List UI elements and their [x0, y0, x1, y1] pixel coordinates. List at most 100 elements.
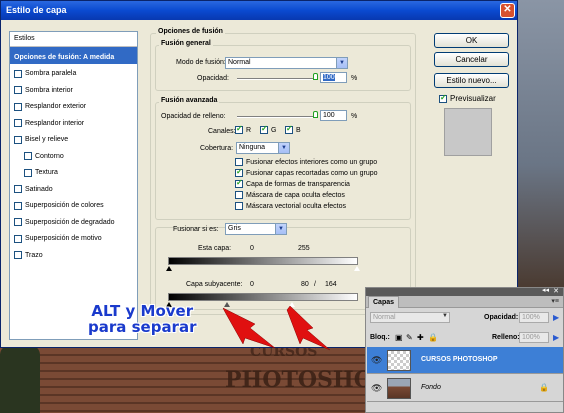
this-layer-min: 0: [250, 245, 254, 252]
advanced-option-label: Máscara vectorial oculta efectos: [246, 202, 346, 210]
checkbox-icon[interactable]: [14, 201, 22, 210]
layers-panel-topbar[interactable]: ◂◂ ✕: [366, 286, 563, 296]
chevron-down-icon: ▼: [275, 224, 286, 234]
tab-layers[interactable]: Capas: [368, 296, 400, 308]
underlying-layer-label: Capa subyacente:: [186, 281, 243, 288]
opacity-label: Opacidad:: [197, 75, 229, 82]
advanced-option-checkbox[interactable]: Fusionar efectos interiores como un grup…: [235, 158, 377, 166]
style-item[interactable]: Superposición de degradado: [10, 212, 137, 229]
channel-r-checkbox[interactable]: R: [235, 124, 252, 134]
advanced-option-label: Capa de formas de transparencia: [246, 180, 350, 188]
checkbox-icon[interactable]: [14, 119, 22, 128]
style-item[interactable]: Bisel y relieve: [10, 130, 137, 147]
preview-label: Previsualizar: [450, 94, 496, 103]
style-item[interactable]: Contorno: [10, 146, 137, 163]
advanced-option-checkbox[interactable]: Máscara vectorial oculta efectos: [235, 202, 346, 210]
dialog-titlebar[interactable]: Estilo de capa ✕: [1, 1, 517, 20]
layers-tabbar: Capas ▾≡: [366, 296, 563, 308]
cancel-button[interactable]: Cancelar: [434, 52, 509, 67]
fill-arrow-icon[interactable]: ▶: [553, 333, 559, 342]
opacity-slider[interactable]: [237, 78, 317, 80]
advanced-option-label: Máscara de capa oculta efectos: [246, 191, 345, 199]
layer-blend-mode-select[interactable]: Normal ▼: [370, 312, 450, 323]
style-item-label: Resplandor exterior: [25, 103, 87, 111]
new-style-button[interactable]: Estilo nuevo...: [434, 73, 509, 88]
style-item[interactable]: Superposición de motivo: [10, 229, 137, 246]
style-item[interactable]: Resplandor exterior: [10, 97, 137, 114]
lock-all-icon[interactable]: 🔒: [428, 333, 438, 342]
style-item[interactable]: Textura: [10, 163, 137, 180]
checkbox-icon: [235, 158, 243, 166]
knockout-select[interactable]: Ninguna ▼: [236, 142, 290, 154]
opacity-input[interactable]: 100: [320, 72, 347, 83]
annotation-line-2: para separar: [88, 318, 197, 336]
advanced-option-checkbox[interactable]: Máscara de capa oculta efectos: [235, 191, 345, 199]
this-layer-black-slider[interactable]: [166, 266, 172, 271]
checkbox-icon[interactable]: [14, 86, 22, 95]
eye-icon[interactable]: 👁: [371, 383, 382, 394]
checkbox-icon[interactable]: [14, 185, 22, 194]
close-icon[interactable]: ✕: [553, 287, 559, 295]
close-button[interactable]: ✕: [500, 3, 515, 18]
style-item[interactable]: Superposición de colores: [10, 196, 137, 213]
layer-opacity-input[interactable]: 100%: [519, 312, 549, 323]
layer-fill-value: 100%: [522, 334, 540, 341]
dialog-title: Estilo de capa: [6, 5, 67, 15]
underlying-split-value: 80: [301, 281, 309, 288]
checkbox-icon[interactable]: [14, 135, 22, 144]
blend-mode-select[interactable]: Normal ▼: [225, 57, 348, 69]
knockout-value: Ninguna: [239, 144, 266, 151]
fill-opacity-slider-thumb[interactable]: [313, 111, 318, 118]
style-item-label: Textura: [35, 169, 58, 177]
chevron-down-icon: ▼: [278, 143, 289, 153]
panel-menu-icon[interactable]: ▾≡: [551, 297, 559, 305]
checkbox-icon[interactable]: [14, 218, 22, 227]
general-blending-title: Fusión general: [159, 40, 213, 47]
blend-mode-value: Normal: [228, 59, 251, 66]
fill-opacity-input[interactable]: 100: [320, 110, 347, 121]
layer-fill-input[interactable]: 100%: [519, 332, 549, 343]
eye-icon[interactable]: 👁: [371, 355, 382, 366]
blend-if-select[interactable]: Gris ▼: [225, 223, 287, 235]
fill-opacity-label: Opacidad de relleno:: [161, 113, 226, 120]
layer-thumbnail: [387, 350, 411, 371]
checkbox-icon[interactable]: [14, 102, 22, 111]
style-item[interactable]: Resplandor interior: [10, 113, 137, 130]
ok-button[interactable]: OK: [434, 33, 509, 48]
opacity-slider-thumb[interactable]: [313, 73, 318, 80]
advanced-blending-title: Fusión avanzada: [159, 97, 220, 104]
layer-row-cursos-photoshop[interactable]: 👁 CURSOS PHOTOSHOP: [367, 347, 563, 374]
fill-opacity-slider[interactable]: [237, 116, 317, 118]
style-item-label: Bisel y relieve: [25, 136, 69, 144]
checkbox-icon[interactable]: [14, 69, 22, 78]
advanced-option-checkbox[interactable]: Capa de formas de transparencia: [235, 178, 350, 188]
fill-opacity-percent: %: [351, 113, 358, 120]
advanced-option-checkbox[interactable]: Fusionar capas recortadas como un grupo: [235, 167, 378, 177]
lock-pixels-icon[interactable]: ✎: [406, 333, 413, 342]
checkbox-icon: [235, 167, 243, 177]
preview-checkbox[interactable]: Previsualizar: [439, 93, 496, 103]
checkbox-icon[interactable]: [14, 251, 22, 260]
style-item[interactable]: Opciones de fusión: A medida: [10, 47, 137, 64]
style-preview-swatch: [444, 108, 492, 156]
this-layer-white-slider[interactable]: [354, 266, 360, 271]
style-item[interactable]: Sombra paralela: [10, 64, 137, 81]
channel-g-label: G: [271, 126, 277, 134]
checkbox-icon[interactable]: [24, 168, 32, 177]
style-item[interactable]: Satinado: [10, 179, 137, 196]
chevron-down-icon: ▼: [336, 58, 347, 68]
style-item[interactable]: Sombra interior: [10, 80, 137, 97]
channel-g-checkbox[interactable]: G: [260, 124, 277, 134]
checkbox-icon[interactable]: [24, 152, 32, 161]
layer-name: Fondo: [421, 384, 441, 391]
channel-r-label: R: [246, 126, 252, 134]
opacity-arrow-icon[interactable]: ▶: [553, 313, 559, 322]
checkbox-icon: [235, 202, 243, 210]
collapse-icon[interactable]: ◂◂: [542, 286, 549, 294]
lock-transparency-icon[interactable]: ▣: [395, 333, 403, 342]
lock-position-icon[interactable]: ✚: [417, 333, 424, 342]
checkbox-icon[interactable]: [14, 234, 22, 243]
layer-row-fondo[interactable]: 👁 Fondo 🔒: [367, 375, 563, 402]
channel-b-checkbox[interactable]: B: [285, 124, 301, 134]
style-item[interactable]: Trazo: [10, 245, 137, 262]
